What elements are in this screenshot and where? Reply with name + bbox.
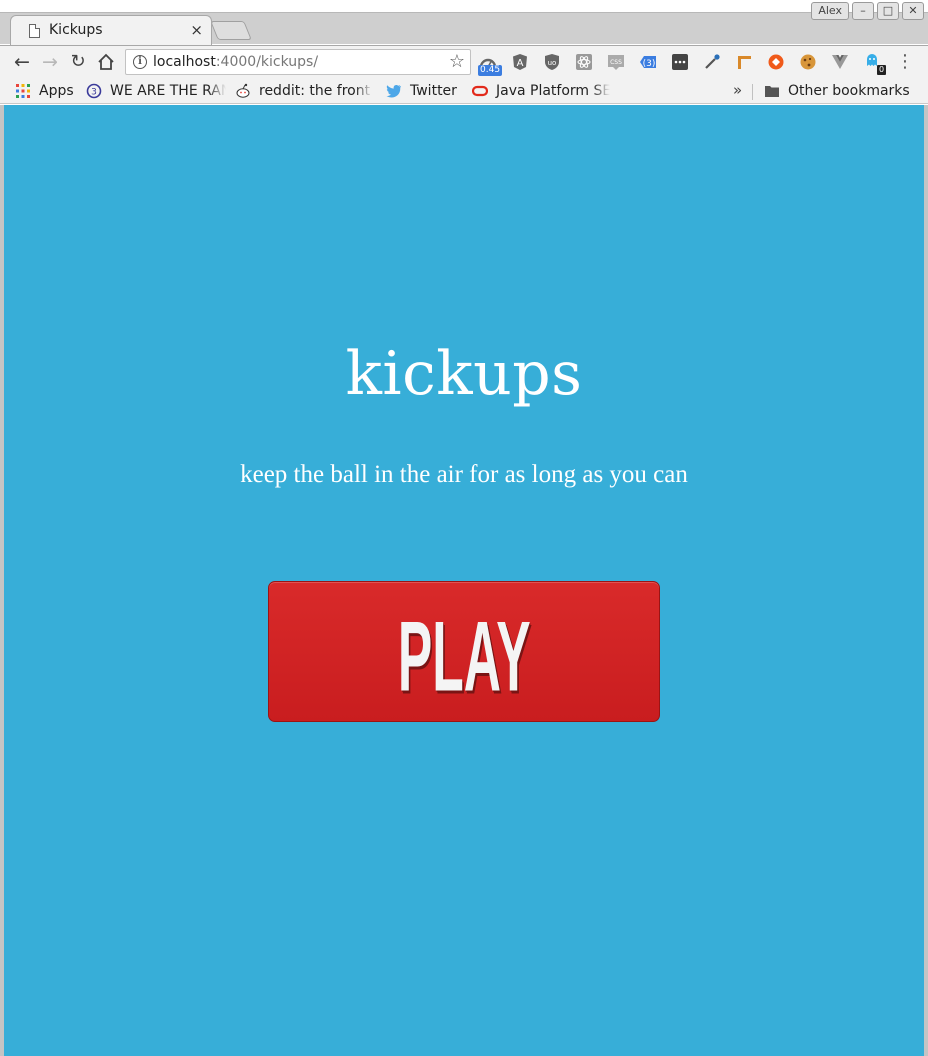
play-button-label-wrap: PLAY <box>269 582 659 721</box>
twitter-bird-icon <box>386 83 402 99</box>
window-controls: Alex – □ ✕ <box>811 2 924 20</box>
more-bookmarks-chevron[interactable]: » <box>733 81 742 99</box>
url-path: :4000/kickups/ <box>215 54 319 70</box>
orange-ext-icon[interactable] <box>766 51 786 73</box>
svg-text:uo: uo <box>548 59 557 67</box>
url-text[interactable]: localhost:4000/kickups/ <box>153 54 318 70</box>
other-bookmarks-folder[interactable]: Other bookmarks <box>764 81 914 101</box>
css-icon[interactable]: CSS <box>606 51 626 73</box>
svg-text:(3): (3) <box>643 59 656 69</box>
page-viewport: kickups keep the ball in the air for as … <box>4 105 924 1056</box>
new-tab-button[interactable] <box>210 21 252 40</box>
bookmark-java-platform[interactable]: Java Platform SE <box>472 81 610 101</box>
vue-icon[interactable] <box>830 51 850 73</box>
tab-kickups[interactable]: Kickups × <box>10 15 212 45</box>
svg-text:CSS: CSS <box>610 59 622 66</box>
forward-icon[interactable]: → <box>37 49 63 75</box>
play-button[interactable]: PLAY <box>268 581 660 722</box>
dots-ext-icon[interactable] <box>670 51 690 73</box>
redux-icon[interactable]: (3) <box>638 51 658 73</box>
page-title: kickups <box>345 339 583 409</box>
react-icon[interactable] <box>574 51 594 73</box>
url-host: localhost <box>153 54 216 70</box>
bookmark-twitter[interactable]: Twitter <box>386 81 466 101</box>
ruler-icon[interactable] <box>734 51 754 73</box>
speed-badge: 0.45 <box>478 65 503 76</box>
globe-icon: 3 <box>86 83 102 99</box>
ghostery-badge: 0 <box>877 65 887 75</box>
folder-icon <box>764 83 780 99</box>
reddit-icon <box>235 83 251 99</box>
eyedropper-icon[interactable] <box>702 51 722 73</box>
window-frame-right <box>924 105 928 1056</box>
site-info-icon[interactable]: i <box>133 55 147 69</box>
minimize-button[interactable]: – <box>852 2 874 20</box>
address-bar[interactable]: i localhost:4000/kickups/ ☆ <box>125 49 471 75</box>
window-close-button[interactable]: ✕ <box>902 2 924 20</box>
svg-text:3: 3 <box>91 88 97 98</box>
oracle-icon <box>472 83 488 99</box>
back-icon[interactable]: ← <box>9 49 35 75</box>
page-tagline: keep the ball in the air for as long as … <box>240 461 688 488</box>
bookmark-label: Apps <box>39 83 74 99</box>
play-button-label: PLAY <box>397 601 531 712</box>
tab-close-icon[interactable]: × <box>190 21 203 39</box>
other-bookmarks-label: Other bookmarks <box>788 83 910 99</box>
angular-icon[interactable]: A <box>510 51 530 73</box>
label-fade <box>208 81 226 101</box>
bookmark-label: reddit: the front <box>259 83 371 99</box>
bookmark-apps[interactable]: Apps <box>15 81 81 101</box>
label-fade <box>592 81 610 101</box>
page-favicon-icon <box>29 24 40 38</box>
label-fade <box>355 81 373 101</box>
reload-icon[interactable]: ↻ <box>65 49 91 75</box>
tab-title: Kickups <box>49 22 103 38</box>
cookie-icon[interactable] <box>798 51 818 73</box>
browser-toolbar: ← → ↻ i localhost:4000/kickups/ ☆ A uo C… <box>0 45 928 78</box>
browser-menu-icon[interactable]: ⋮ <box>896 49 914 75</box>
bookmark-reddit[interactable]: reddit: the front <box>235 81 373 101</box>
bookmarks-bar: Apps 3 WE ARE THE RAN reddit: the front … <box>0 78 928 104</box>
bookmarks-divider <box>752 84 753 100</box>
apps-grid-icon <box>15 83 31 99</box>
maximize-button[interactable]: □ <box>877 2 899 20</box>
ublock-icon[interactable]: uo <box>542 51 562 73</box>
bookmark-star-icon[interactable]: ☆ <box>449 51 465 72</box>
svg-text:A: A <box>517 58 524 69</box>
bookmark-label: Twitter <box>410 83 457 99</box>
home-icon[interactable] <box>93 49 119 75</box>
profile-button[interactable]: Alex <box>811 2 849 20</box>
bookmark-we-are-the-ran[interactable]: 3 WE ARE THE RAN <box>86 81 226 101</box>
